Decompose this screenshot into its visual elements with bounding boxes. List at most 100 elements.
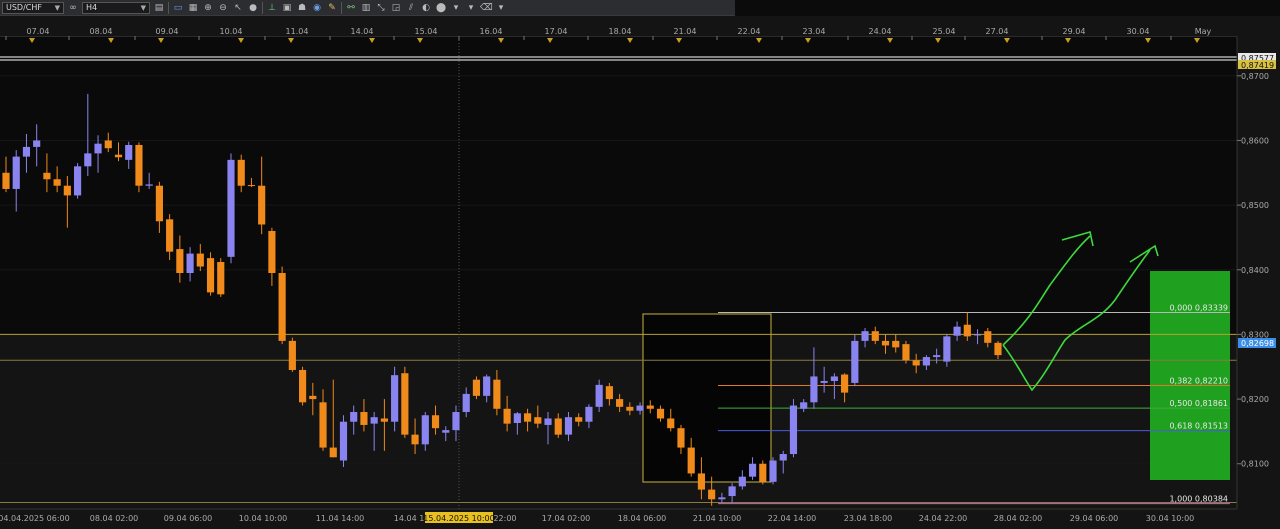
candle-body bbox=[830, 376, 838, 381]
candle-body bbox=[33, 140, 41, 147]
candle-body bbox=[769, 460, 777, 482]
fib-label: 0,000 0,83339 bbox=[1169, 304, 1228, 313]
candle-body bbox=[523, 413, 532, 422]
candle-body bbox=[933, 355, 941, 358]
candle-body bbox=[247, 185, 256, 187]
candle-body bbox=[841, 374, 849, 393]
candle-body bbox=[63, 185, 71, 196]
price-tick-label: 0,8400 bbox=[1241, 266, 1269, 275]
candle-body bbox=[646, 405, 654, 409]
bottom-time-label: 08.04 02:00 bbox=[90, 514, 139, 523]
candle-body bbox=[431, 415, 440, 429]
top-date-label: 21.04 bbox=[674, 27, 697, 36]
candle-body bbox=[534, 417, 542, 424]
bottom-time-label: 28.04 02:00 bbox=[994, 514, 1043, 523]
candle-body bbox=[953, 326, 961, 336]
top-date-label: 10.04 bbox=[220, 27, 243, 36]
candle-body bbox=[483, 376, 491, 396]
candle-body bbox=[84, 153, 92, 167]
candle-body bbox=[74, 166, 82, 196]
candle-body bbox=[493, 379, 501, 409]
candle-body bbox=[186, 253, 194, 273]
candle-body bbox=[922, 357, 930, 366]
candle-body bbox=[513, 413, 521, 424]
candle-body bbox=[22, 146, 31, 157]
candle-body bbox=[227, 159, 235, 257]
candle-body bbox=[585, 406, 593, 422]
candle-body bbox=[421, 415, 429, 445]
candle-body bbox=[206, 258, 215, 293]
candle-body bbox=[339, 421, 348, 461]
bottom-time-label: 17.04 02:00 bbox=[542, 514, 591, 523]
candle-body bbox=[104, 140, 112, 149]
top-date-label: 14.04 bbox=[351, 27, 374, 36]
top-date-label: 08.04 bbox=[90, 27, 113, 36]
candle-body bbox=[697, 473, 706, 490]
candle-body bbox=[360, 412, 368, 425]
candle-body bbox=[759, 463, 767, 482]
candle-body bbox=[176, 249, 184, 273]
candle-body bbox=[217, 262, 225, 295]
candle-body bbox=[984, 331, 992, 343]
top-date-label: 23.04 bbox=[803, 27, 826, 36]
bottom-time-label: 10.04 10:00 bbox=[239, 514, 288, 523]
candle-body bbox=[370, 417, 378, 424]
candle-body bbox=[135, 144, 143, 186]
top-date-label: 17.04 bbox=[545, 27, 568, 36]
bottom-time-label: 18.04 06:00 bbox=[618, 514, 667, 523]
fib-label: 0,500 0,81861 bbox=[1169, 399, 1228, 408]
candle-body bbox=[595, 384, 603, 407]
top-date-label: 11.04 bbox=[286, 27, 309, 36]
top-date-label: 24.04 bbox=[869, 27, 892, 36]
candle-body bbox=[687, 447, 695, 474]
candle-body bbox=[820, 380, 828, 383]
price-tick-label: 0,8600 bbox=[1241, 136, 1269, 145]
fib-label: 0,618 0,81513 bbox=[1169, 422, 1228, 431]
bottom-time-label: 04.04.2025 06:00 bbox=[0, 514, 70, 523]
candle-body bbox=[442, 430, 450, 433]
candle-body bbox=[12, 156, 20, 189]
candle-body bbox=[851, 340, 859, 383]
candle-body bbox=[411, 434, 419, 445]
bottom-time-label: 11.04 14:00 bbox=[316, 514, 365, 523]
candle-body bbox=[994, 342, 1002, 356]
candle-body bbox=[861, 331, 869, 341]
top-date-label: May bbox=[1195, 27, 1212, 36]
candle-body bbox=[452, 412, 460, 431]
candle-body bbox=[278, 273, 286, 341]
candle-body bbox=[145, 184, 153, 186]
candle-body bbox=[258, 185, 266, 225]
top-date-label: 25.04 bbox=[933, 27, 956, 36]
candle-body bbox=[125, 144, 133, 160]
candle-body bbox=[114, 154, 123, 158]
price-chart[interactable]: 0,000 0,83339 0,382 0,82210 0,500 0,81861 0… bbox=[0, 0, 1280, 529]
candle-body bbox=[503, 408, 511, 424]
top-date-label: 16.04 bbox=[480, 27, 503, 36]
candle-body bbox=[810, 376, 818, 403]
fib-label: 0,382 0,82210 bbox=[1169, 377, 1228, 386]
candle-body bbox=[462, 393, 470, 413]
bottom-time-label: 24.04 22:00 bbox=[919, 514, 968, 523]
candle-body bbox=[626, 406, 634, 411]
candle-body bbox=[973, 334, 982, 336]
candle-body bbox=[912, 360, 920, 366]
candle-body bbox=[166, 219, 174, 252]
top-date-label: 09.04 bbox=[156, 27, 179, 36]
candle-body bbox=[871, 331, 879, 341]
top-date-label: 29.04 bbox=[1063, 27, 1086, 36]
candle-body bbox=[544, 418, 552, 425]
candle-body bbox=[963, 324, 971, 337]
candle-body bbox=[350, 412, 358, 422]
candle-body bbox=[667, 418, 675, 429]
bottom-time-label: 22:00 bbox=[493, 514, 516, 523]
candle-body bbox=[708, 489, 716, 500]
candle-body bbox=[237, 159, 245, 186]
target-zone bbox=[1150, 271, 1230, 480]
fib-label: 1,000 0,80384 bbox=[1169, 495, 1228, 504]
candle-body bbox=[472, 379, 481, 396]
price-tick-label: 0,8200 bbox=[1241, 395, 1269, 404]
candle-body bbox=[789, 405, 798, 455]
current-price-label: 0,82698 bbox=[1241, 339, 1274, 348]
candle-body bbox=[575, 417, 583, 422]
candle-body bbox=[319, 402, 327, 448]
